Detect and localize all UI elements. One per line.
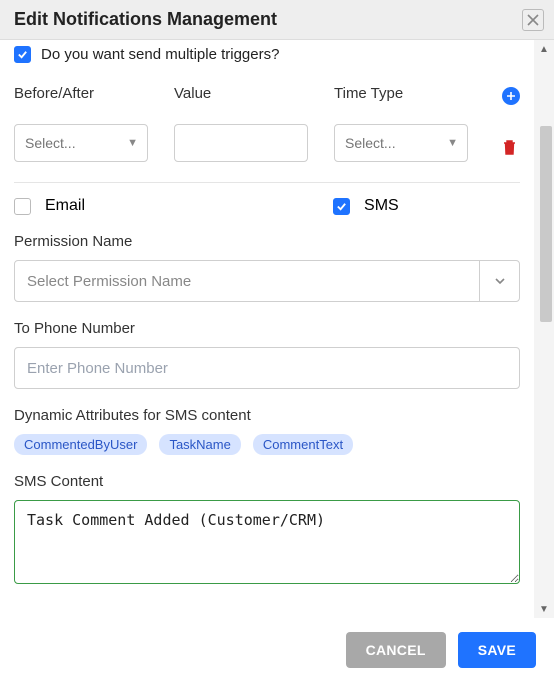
check-icon — [17, 49, 28, 60]
sms-content-textarea[interactable] — [14, 500, 520, 584]
modal-header: Edit Notifications Management — [0, 0, 554, 40]
plus-icon — [506, 91, 516, 101]
permission-name-placeholder: Select Permission Name — [27, 273, 191, 290]
modal-title: Edit Notifications Management — [14, 9, 277, 30]
before-after-input[interactable] — [14, 124, 148, 162]
close-icon — [527, 14, 539, 26]
scroll-up-button[interactable]: ▲ — [534, 40, 554, 58]
close-button[interactable] — [522, 9, 544, 31]
cancel-button[interactable]: CANCEL — [346, 632, 446, 668]
sms-content-label: SMS Content — [14, 473, 520, 490]
check-icon — [336, 201, 347, 212]
sms-checkbox[interactable] — [333, 198, 350, 215]
value-input[interactable] — [174, 124, 308, 162]
sms-label: SMS — [364, 197, 399, 215]
trash-icon — [502, 139, 517, 155]
time-type-select[interactable]: ▼ — [334, 124, 468, 162]
dynamic-attributes-label: Dynamic Attributes for SMS content — [14, 407, 520, 424]
delete-schedule-button[interactable] — [502, 139, 520, 160]
dynamic-attributes-chips: CommentedByUser TaskName CommentText — [14, 434, 520, 455]
add-schedule-button[interactable] — [502, 87, 520, 105]
to-phone-label: To Phone Number — [14, 320, 520, 337]
save-button[interactable]: SAVE — [458, 632, 536, 668]
time-type-input[interactable] — [334, 124, 468, 162]
multiple-trigger-checkbox[interactable] — [14, 46, 31, 63]
divider — [14, 182, 520, 183]
permission-name-select[interactable]: Select Permission Name — [14, 260, 520, 302]
value-label: Value — [174, 85, 308, 102]
modal: Edit Notifications Management Do you wan… — [0, 0, 554, 682]
chip-commented-by-user[interactable]: CommentedByUser — [14, 434, 147, 455]
modal-footer: CANCEL SAVE — [0, 618, 554, 682]
email-checkbox[interactable] — [14, 198, 31, 215]
time-type-label: Time Type — [334, 85, 468, 102]
chip-task-name[interactable]: TaskName — [159, 434, 240, 455]
modal-body: Do you want send instant trigger? Do you… — [0, 40, 534, 618]
permission-name-label: Permission Name — [14, 233, 520, 250]
scroll-thumb[interactable] — [540, 126, 552, 322]
to-phone-input[interactable] — [14, 347, 520, 389]
scrollbar[interactable]: ▲ ▼ — [534, 40, 554, 618]
scroll-down-button[interactable]: ▼ — [534, 600, 554, 618]
chip-comment-text[interactable]: CommentText — [253, 434, 353, 455]
before-after-label: Before/After — [14, 85, 148, 102]
email-label: Email — [45, 197, 85, 215]
before-after-select[interactable]: ▼ — [14, 124, 148, 162]
chevron-down-icon — [479, 261, 519, 301]
multiple-trigger-label: Do you want send multiple triggers? — [41, 46, 279, 63]
